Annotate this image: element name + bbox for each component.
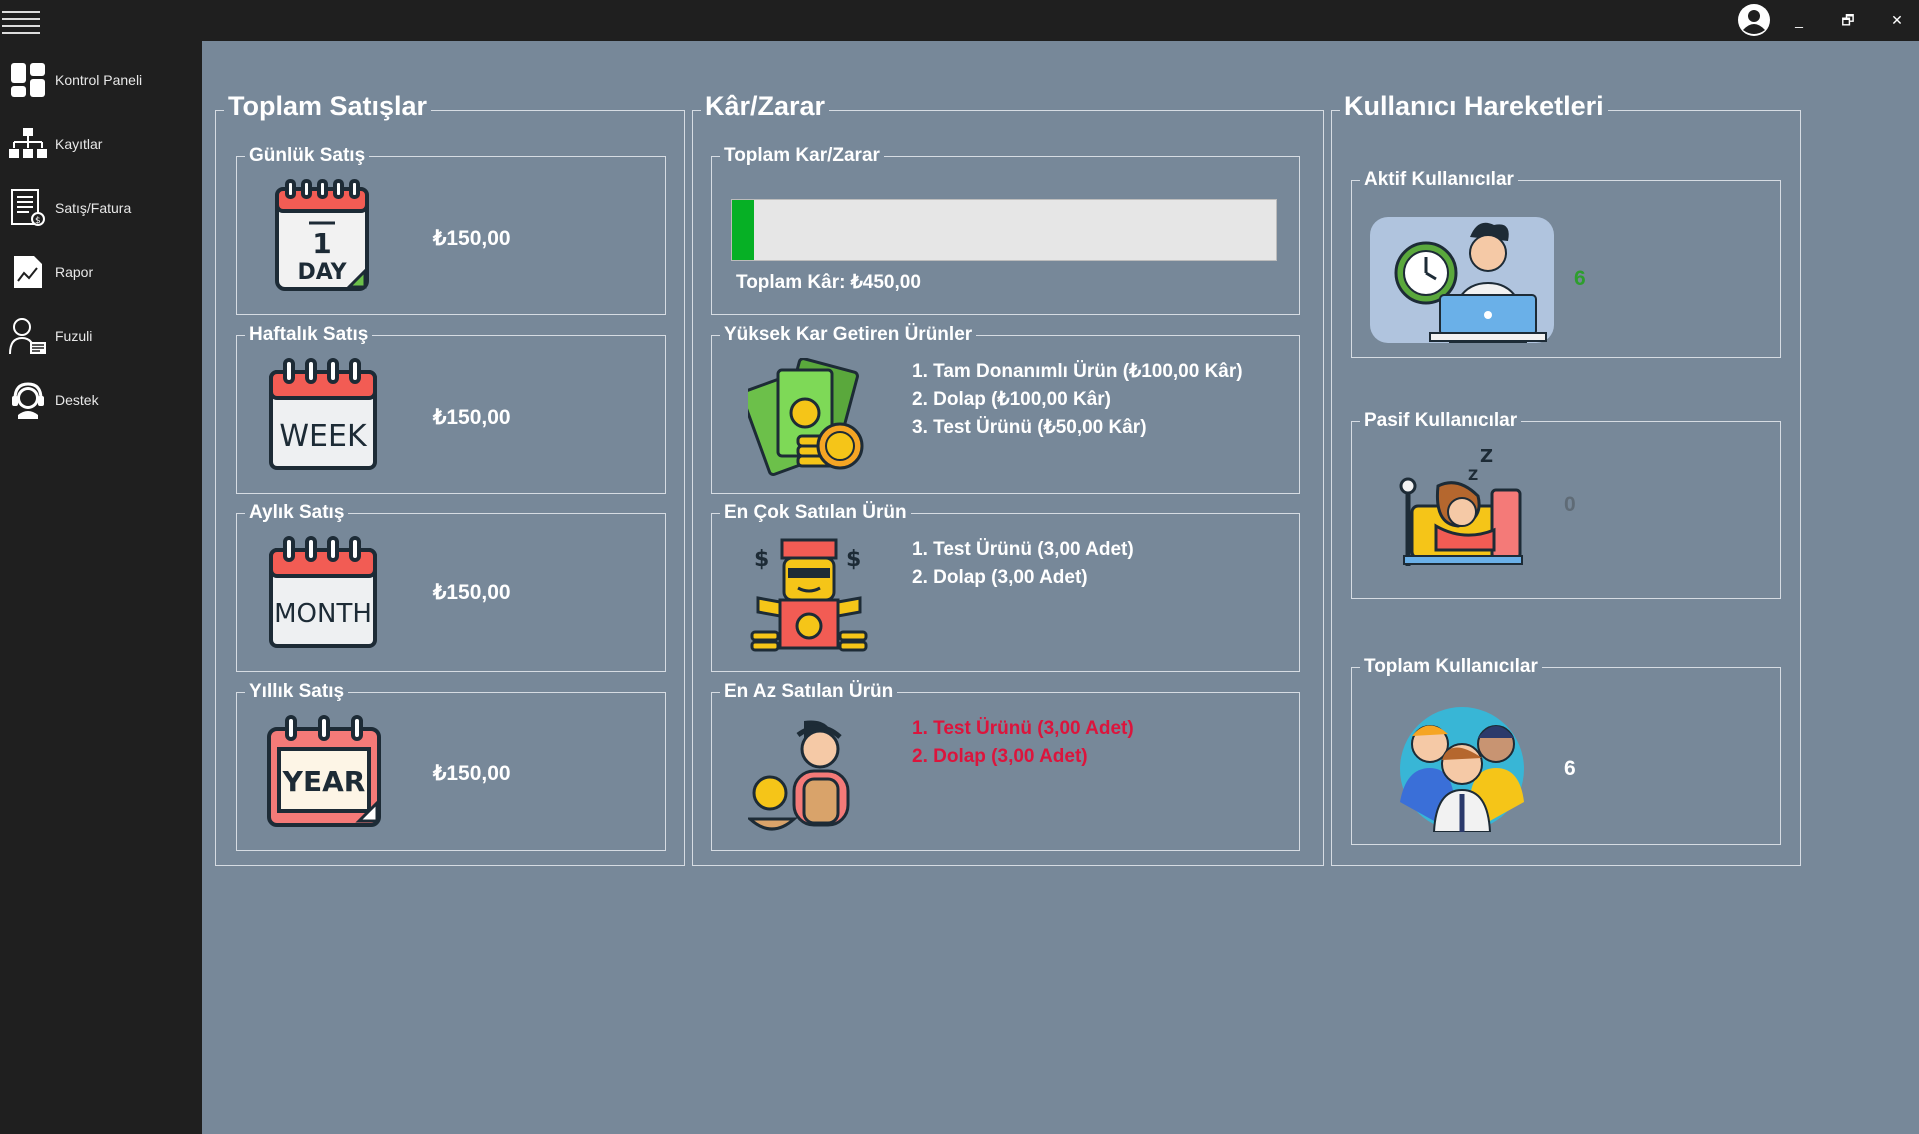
monthly-sales-value: ₺150,00: [433, 581, 511, 604]
sidebar-item-label: Kontrol Paneli: [55, 72, 143, 88]
monthly-sales-box: Aylık Satış MONTH ₺150,00: [236, 502, 666, 672]
svg-text:$: $: [35, 216, 41, 226]
active-user-illustration-icon: [1370, 217, 1554, 343]
list-item: 1. Test Ürünü (3,00 Adet): [912, 718, 1134, 739]
sidebar-item-destek[interactable]: Destek: [0, 372, 202, 428]
yearly-sales-value: ₺150,00: [433, 762, 511, 785]
least-selling-title: En Az Satılan Ürün: [720, 681, 898, 703]
headset-icon: [8, 380, 48, 420]
top-profit-box: Yüksek Kar Getiren Ürünler 1. Tam Donanı…: [711, 324, 1300, 494]
weekly-sales-value: ₺150,00: [433, 406, 511, 429]
sidebar-item-satis-fatura[interactable]: $ Satış/Fatura: [0, 180, 202, 236]
svg-text:$: $: [846, 547, 861, 572]
sales-group-title: Toplam Satışlar: [224, 91, 432, 122]
restore-button[interactable]: 🗗: [1830, 6, 1866, 34]
profit-progress-fill: [732, 200, 754, 260]
sidebar-item-label: Kayıtlar: [55, 136, 103, 152]
best-selling-list: 1. Test Ürünü (3,00 Adet) 2. Dolap (3,00…: [912, 536, 1134, 592]
person-desk-icon: [8, 316, 48, 356]
sleep-z-icon: Z: [1480, 446, 1493, 467]
least-selling-box: En Az Satılan Ürün 1. Test Ürünü (3,00 A…: [711, 681, 1300, 851]
least-selling-list: 1. Test Ürünü (3,00 Adet) 2. Dolap (3,00…: [912, 715, 1134, 771]
sales-group: Toplam Satışlar Günlük Satış 1 DAY ₺150,…: [215, 91, 685, 866]
calendar-year-text: YEAR: [282, 765, 366, 798]
hierarchy-icon: [8, 124, 48, 164]
sidebar-item-label: Rapor: [55, 264, 94, 280]
total-profit-box: Toplam Kar/Zarar Toplam Kâr: ₺450,00: [711, 145, 1300, 315]
daily-sales-title: Günlük Satış: [245, 145, 370, 167]
total-profit-label: Toplam Kâr: ₺450,00: [736, 272, 921, 293]
chart-icon: [8, 252, 48, 292]
best-selling-box: En Çok Satılan Ürün $ $ 1. Test Ürünü (3…: [711, 502, 1300, 672]
users-group-icon: [1400, 707, 1524, 832]
sidebar-item-label: Destek: [55, 392, 99, 408]
yearly-sales-box: Yıllık Satış YEAR ₺150,00: [236, 681, 666, 851]
profit-group-title: Kâr/Zarar: [701, 91, 830, 122]
active-users-box: Aktif Kullanıcılar 6: [1351, 169, 1781, 358]
total-users-title: Toplam Kullanıcılar: [1360, 656, 1542, 678]
calendar-year-icon: YEAR: [267, 715, 381, 827]
active-users-count: 6: [1574, 267, 1586, 290]
money-stack-icon: [748, 358, 864, 476]
total-users-count: 6: [1564, 757, 1576, 780]
passive-users-title: Pasif Kullanıcılar: [1360, 410, 1522, 432]
daily-sales-value: ₺150,00: [433, 227, 511, 250]
list-item: 2. Dolap (₺100,00 Kâr): [912, 389, 1111, 410]
passive-users-box: Pasif Kullanıcılar Z Z 0: [1351, 410, 1781, 599]
active-users-title: Aktif Kullanıcılar: [1360, 169, 1518, 191]
top-profit-title: Yüksek Kar Getiren Ürünler: [720, 324, 977, 346]
poor-man-icon: [748, 720, 850, 831]
list-item: 1. Tam Donanımlı Ürün (₺100,00 Kâr): [912, 361, 1243, 382]
list-item: 2. Dolap (3,00 Adet): [912, 567, 1088, 588]
close-button[interactable]: ✕: [1879, 6, 1915, 34]
sidebar-item-label: Fuzuli: [55, 328, 93, 344]
menu-hamburger-icon[interactable]: [2, 6, 40, 34]
sidebar: Kontrol Paneli Kayıtlar $ Satış/Fatura R…: [0, 41, 202, 1134]
sidebar-item-kontrol-paneli[interactable]: Kontrol Paneli: [0, 52, 202, 108]
list-item: 1. Test Ürünü (3,00 Adet): [912, 539, 1134, 560]
svg-text:$: $: [754, 547, 769, 572]
list-item: 3. Test Ürünü (₺50,00 Kâr): [912, 417, 1147, 438]
weekly-sales-title: Haftalık Satış: [245, 324, 373, 346]
weekly-sales-box: Haftalık Satış WEEK ₺150,00: [236, 324, 666, 494]
total-users-box: Toplam Kullanıcılar 6: [1351, 656, 1781, 845]
users-group: Kullanıcı Hareketleri Aktif Kullanıcılar…: [1331, 91, 1801, 866]
calendar-month-text: MONTH: [274, 599, 372, 629]
sidebar-item-label: Satış/Fatura: [55, 200, 132, 216]
sleeping-user-icon: Z Z: [1399, 446, 1523, 566]
monthly-sales-title: Aylık Satış: [245, 502, 349, 524]
title-bar: _ 🗗 ✕: [0, 0, 1919, 41]
sidebar-item-rapor[interactable]: Rapor: [0, 244, 202, 300]
rich-man-icon: $ $: [750, 538, 868, 652]
passive-users-count: 0: [1564, 493, 1576, 516]
calendar-day-number: 1: [312, 227, 331, 260]
invoice-icon: $: [8, 188, 48, 228]
users-group-title: Kullanıcı Hareketleri: [1340, 91, 1608, 122]
minimize-button[interactable]: _: [1781, 6, 1817, 34]
calendar-week-icon: WEEK: [269, 358, 377, 470]
profit-progress-bar: [731, 199, 1277, 261]
total-profit-title: Toplam Kar/Zarar: [720, 145, 884, 167]
daily-sales-box: Günlük Satış 1 DAY ₺150,00: [236, 145, 666, 315]
calendar-day-icon: 1 DAY: [275, 179, 369, 291]
dashboard-icon: [8, 60, 48, 100]
calendar-day-text: DAY: [297, 260, 347, 285]
user-account-icon[interactable]: [1736, 2, 1772, 38]
calendar-week-text: WEEK: [279, 419, 368, 454]
best-selling-title: En Çok Satılan Ürün: [720, 502, 911, 524]
profit-group: Kâr/Zarar Toplam Kar/Zarar Toplam Kâr: ₺…: [692, 91, 1324, 866]
list-item: 2. Dolap (3,00 Adet): [912, 746, 1088, 767]
yearly-sales-title: Yıllık Satış: [245, 681, 349, 703]
top-profit-list: 1. Tam Donanımlı Ürün (₺100,00 Kâr) 2. D…: [912, 358, 1243, 442]
sidebar-item-kayitlar[interactable]: Kayıtlar: [0, 116, 202, 172]
calendar-month-icon: MONTH: [269, 536, 377, 648]
sleep-z-small-icon: Z: [1468, 468, 1478, 484]
sidebar-item-fuzuli[interactable]: Fuzuli: [0, 308, 202, 364]
